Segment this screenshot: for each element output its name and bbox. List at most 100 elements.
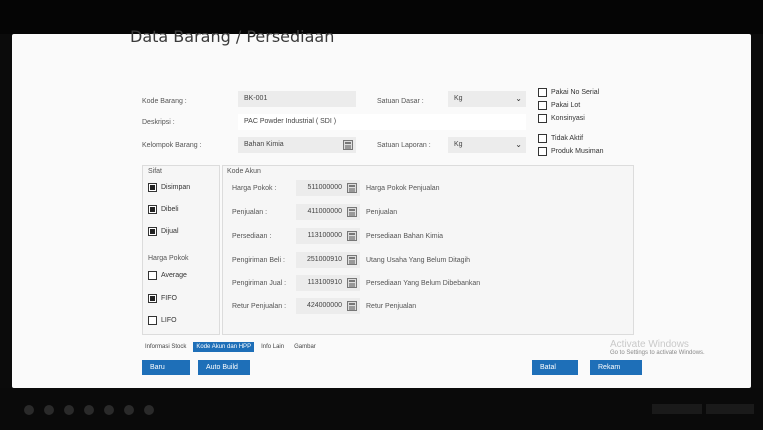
akun-code: 411000000 xyxy=(307,208,342,215)
checkbox-box[interactable] xyxy=(148,205,157,214)
akun-code-field[interactable]: 424000000 xyxy=(296,298,360,314)
tab-informasi-stock[interactable]: Informasi Stock xyxy=(142,342,189,352)
akun-code-field[interactable]: 113100910 xyxy=(296,275,360,291)
checkbox-box[interactable] xyxy=(148,183,157,192)
akun-code-field[interactable]: 113100000 xyxy=(296,228,360,244)
lookup-icon[interactable] xyxy=(347,301,357,311)
akun-label: Retur Penjualan : xyxy=(232,303,287,310)
tab-gambar[interactable]: Gambar xyxy=(291,342,319,352)
lifo-radio[interactable]: LIFO xyxy=(148,316,177,325)
lookup-icon[interactable] xyxy=(347,183,357,193)
kelompok-barang-field[interactable]: Bahan Kimia xyxy=(238,137,356,153)
lookup-icon[interactable] xyxy=(343,140,353,150)
satuan-laporan-label: Satuan Laporan : xyxy=(377,142,431,149)
activate-windows-watermark: Activate Windows Go to Settings to activ… xyxy=(610,339,705,356)
deskripsi-field[interactable]: PAC Powder Industrial ( SDI ) xyxy=(238,114,526,130)
kelompok-barang-label: Kelompok Barang : xyxy=(142,142,202,149)
checkbox-label: FIFO xyxy=(161,295,177,302)
tray-clock[interactable] xyxy=(706,404,754,414)
checkbox-label: Disimpan xyxy=(161,184,191,191)
disimpan-checkbox[interactable]: Disimpan xyxy=(148,183,190,192)
batal-button[interactable]: Batal xyxy=(532,360,578,375)
watermark-title: Activate Windows xyxy=(610,339,689,350)
checkbox-label: Konsinyasi xyxy=(551,115,585,122)
akun-label: Pengiriman Beli : xyxy=(232,257,285,264)
akun-label: Penjualan : xyxy=(232,209,268,216)
akun-label: Pengiriman Jual : xyxy=(232,280,287,287)
deskripsi-label: Deskripsi : xyxy=(142,119,175,126)
kode-barang-field[interactable]: BK-001 xyxy=(238,91,356,107)
auto-build-button[interactable]: Auto Build xyxy=(198,360,250,375)
akun-code: 113100910 xyxy=(307,279,342,286)
app-icon[interactable] xyxy=(64,405,74,415)
pakai-lot-checkbox[interactable]: Pakai Lot xyxy=(538,101,580,110)
checkbox-label: Average xyxy=(161,272,187,279)
checkbox-label: Pakai No Serial xyxy=(551,89,600,96)
lookup-icon[interactable] xyxy=(347,278,357,288)
chevron-down-icon: ⌄ xyxy=(515,140,522,149)
checkbox-box[interactable] xyxy=(148,227,157,236)
fifo-radio[interactable]: FIFO xyxy=(148,294,177,303)
kelompok-barang-value: Bahan Kimia xyxy=(244,141,284,148)
produk-musiman-checkbox[interactable]: Produk Musiman xyxy=(538,147,604,156)
app-icon[interactable] xyxy=(84,405,94,415)
search-icon[interactable] xyxy=(44,405,54,415)
akun-code: 424000000 xyxy=(306,302,342,309)
dijual-checkbox[interactable]: Dijual xyxy=(148,227,179,236)
chevron-down-icon: ⌄ xyxy=(515,94,522,103)
kode-barang-label: Kode Barang : xyxy=(142,98,187,105)
akun-code: 511000000 xyxy=(307,184,342,191)
akun-code-field[interactable]: 251000910 xyxy=(296,252,360,268)
satuan-laporan-select[interactable]: Kg ⌄ xyxy=(448,137,526,153)
page-title: Data Barang / Persediaan xyxy=(130,27,335,46)
satuan-dasar-label: Satuan Dasar : xyxy=(377,98,424,105)
average-radio[interactable]: Average xyxy=(148,271,187,280)
akun-label: Persediaan : xyxy=(232,233,272,240)
harga-pokok-header: Harga Pokok xyxy=(148,255,189,262)
checkbox-box[interactable] xyxy=(538,134,547,143)
tray-item[interactable] xyxy=(652,404,702,414)
konsinyasi-checkbox[interactable]: Konsinyasi xyxy=(538,114,585,123)
checkbox-label: LIFO xyxy=(161,317,177,324)
akun-description: Persediaan Bahan Kimia xyxy=(366,233,444,240)
satuan-laporan-value: Kg xyxy=(454,141,463,148)
akun-description: Retur Penjualan xyxy=(366,303,417,310)
pakai-no-serial-checkbox[interactable]: Pakai No Serial xyxy=(538,88,599,97)
checkbox-label: Pakai Lot xyxy=(551,102,581,109)
lookup-icon[interactable] xyxy=(347,255,357,265)
checkbox-box[interactable] xyxy=(148,294,157,303)
checkbox-box[interactable] xyxy=(538,101,547,110)
tidak-aktif-checkbox[interactable]: Tidak Aktif xyxy=(538,134,583,143)
app-icon[interactable] xyxy=(124,405,134,415)
checkbox-box[interactable] xyxy=(538,114,547,123)
app-icon[interactable] xyxy=(104,405,114,415)
akun-label: Harga Pokok : xyxy=(232,185,277,192)
baru-button[interactable]: Baru xyxy=(142,360,190,375)
kode-akun-header: Kode Akun xyxy=(227,168,261,175)
checkbox-box[interactable] xyxy=(538,88,547,97)
akun-description: Persediaan Yang Belum Dibebankan xyxy=(366,280,481,287)
title-bar xyxy=(0,0,763,34)
start-icon[interactable] xyxy=(24,405,34,415)
dibeli-checkbox[interactable]: Dibeli xyxy=(148,205,179,214)
akun-code-field[interactable]: 411000000 xyxy=(296,204,360,220)
watermark-subtitle: Go to Settings to activate Windows. xyxy=(610,350,705,356)
akun-code-field[interactable]: 511000000 xyxy=(296,180,360,196)
tab-info-lain[interactable]: Info Lain xyxy=(258,342,287,352)
checkbox-label: Dibeli xyxy=(161,206,179,213)
checkbox-box[interactable] xyxy=(538,147,547,156)
app-icon[interactable] xyxy=(144,405,154,415)
checkbox-label: Dijual xyxy=(161,228,179,235)
checkbox-box[interactable] xyxy=(148,271,157,280)
checkbox-box[interactable] xyxy=(148,316,157,325)
tab-bar: Informasi Stock Kode Akun dan HPP Info L… xyxy=(142,342,319,352)
lookup-icon[interactable] xyxy=(347,207,357,217)
lookup-icon[interactable] xyxy=(347,231,357,241)
rekam-button[interactable]: Rekam xyxy=(590,360,642,375)
taskbar xyxy=(0,388,763,430)
satuan-dasar-select[interactable]: Kg ⌄ xyxy=(448,91,526,107)
akun-code: 113100000 xyxy=(307,232,342,239)
satuan-dasar-value: Kg xyxy=(454,95,463,102)
tab-kode-akun-hpp[interactable]: Kode Akun dan HPP xyxy=(193,342,255,352)
sifat-header: Sifat xyxy=(148,168,163,175)
